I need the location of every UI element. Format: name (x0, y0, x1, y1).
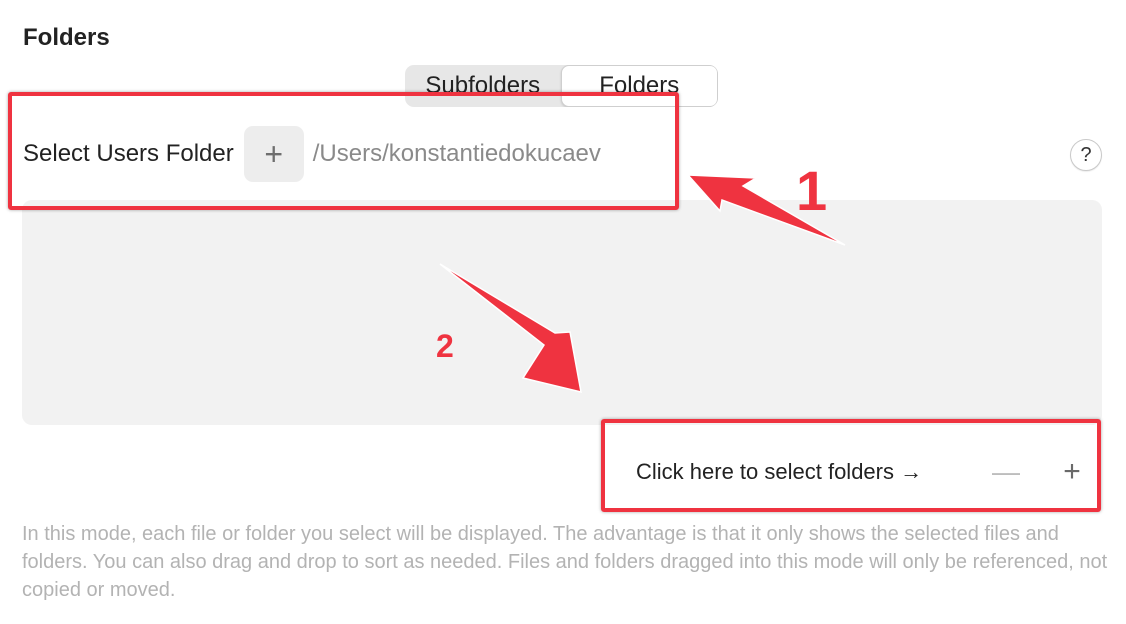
mode-description: In this mode, each file or folder you se… (22, 523, 1108, 601)
annotation-number-1: 1 (796, 159, 828, 222)
annotation-number-2: 2 (436, 328, 454, 364)
highlight-box-2 (601, 419, 1101, 512)
folders-list-area[interactable] (22, 200, 1102, 425)
help-button[interactable]: ? (1070, 139, 1102, 171)
highlight-box-1 (8, 92, 679, 210)
section-title: Folders (23, 24, 110, 51)
